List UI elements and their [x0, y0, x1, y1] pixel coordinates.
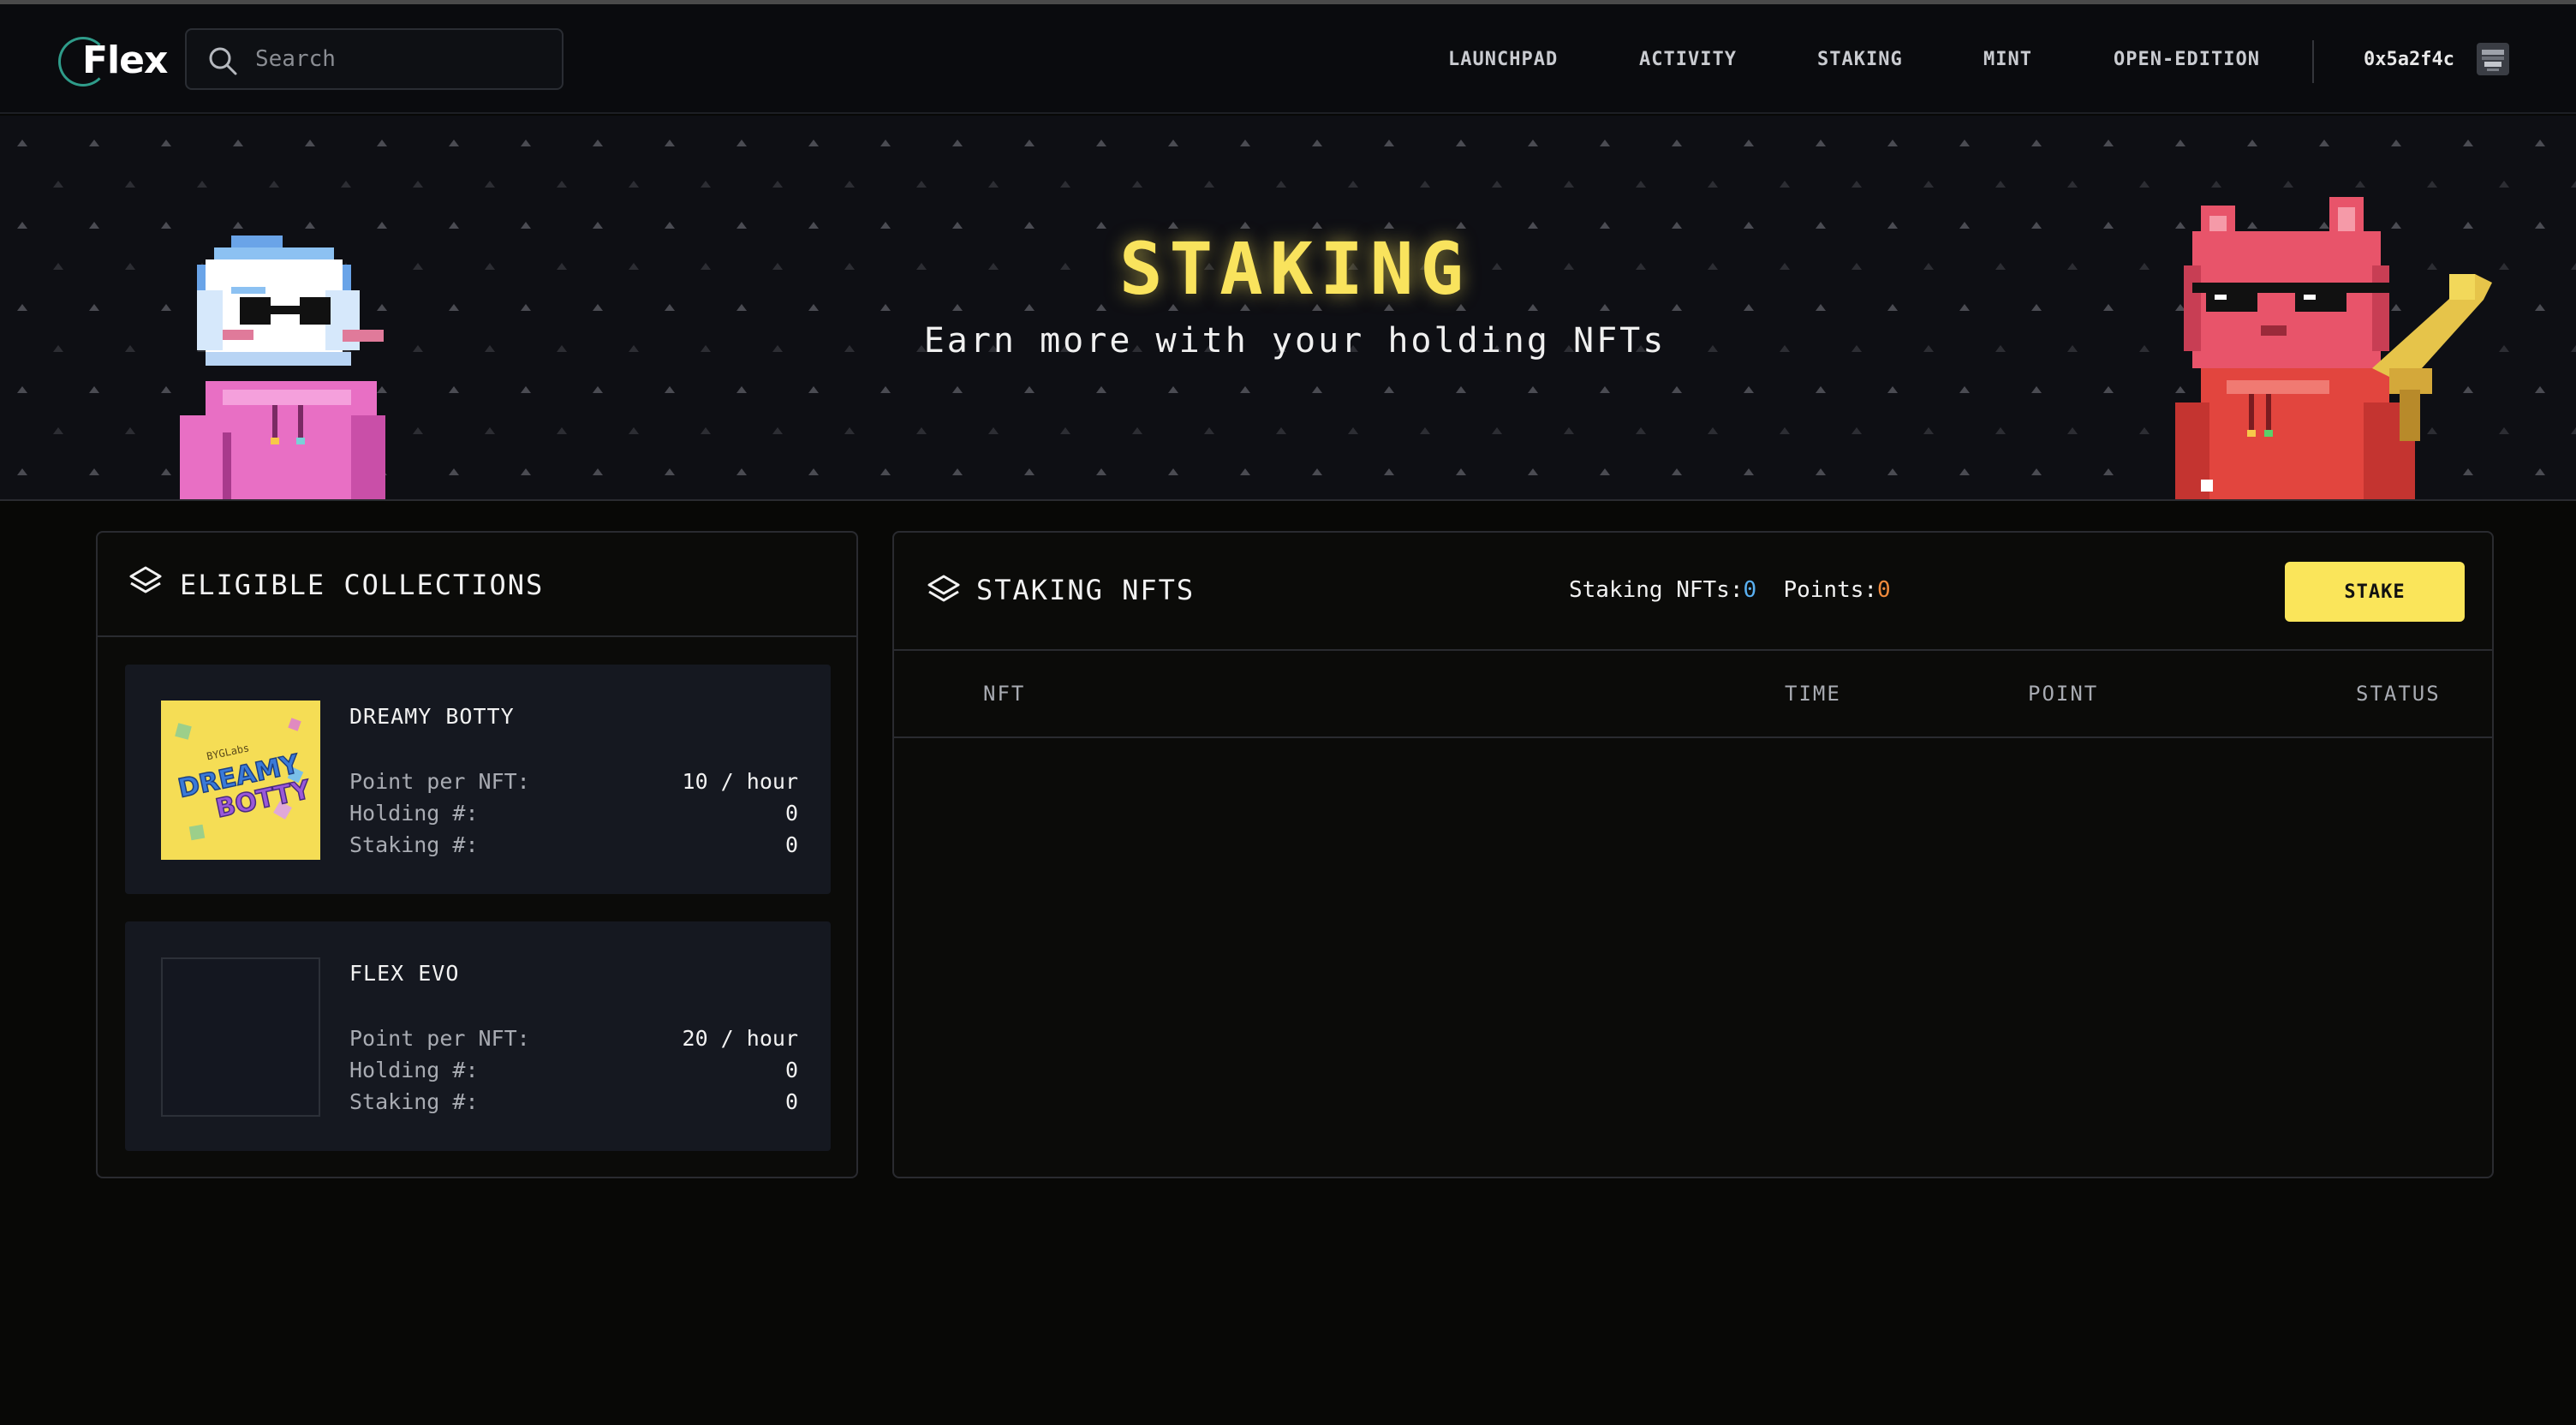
- eligible-collections-header: ELIGIBLE COLLECTIONS: [98, 533, 856, 637]
- search-icon: [209, 47, 237, 75]
- layers-icon: [129, 566, 162, 593]
- staking-table-header: NFT TIME POINT STATUS: [894, 651, 2492, 738]
- staking-label: Staking #:: [349, 1089, 479, 1114]
- points-label: Points:: [1783, 577, 1878, 603]
- points-count: 0: [1877, 577, 1891, 603]
- holding-value: 0: [784, 801, 798, 826]
- collection-thumbnail-empty: [161, 957, 320, 1117]
- hero-subtitle: Earn more with your holding NFTs: [923, 321, 1667, 361]
- nav-launchpad[interactable]: LAUNCHPAD: [1448, 49, 1558, 70]
- staking-counts: Staking NFTs:0 Points:0: [1569, 577, 1891, 603]
- staking-label: Staking #:: [349, 832, 479, 857]
- holding-label: Holding #:: [349, 801, 479, 826]
- point-per-nft-row: Point per NFT: 20 / hour: [349, 1026, 798, 1051]
- column-header-time[interactable]: TIME: [1785, 682, 1841, 706]
- search-input[interactable]: [255, 42, 546, 76]
- holding-row: Holding #: 0: [349, 801, 798, 826]
- nav-divider: [2312, 40, 2314, 83]
- collection-thumbnail: BYGLabs DREAMY BOTTY: [161, 701, 320, 860]
- staking-row: Staking #: 0: [349, 1089, 798, 1114]
- column-header-status[interactable]: STATUS: [2356, 682, 2441, 706]
- eligible-collections-panel: ELIGIBLE COLLECTIONS BYGLabs DREAMY BOTT…: [96, 531, 858, 1178]
- nav-open-edition[interactable]: OPEN-EDITION: [2114, 49, 2260, 70]
- flex-logo[interactable]: Flex: [57, 30, 168, 90]
- nav-staking[interactable]: STAKING: [1817, 49, 1903, 70]
- holding-value: 0: [784, 1058, 798, 1082]
- staking-value: 0: [784, 1089, 798, 1114]
- point-per-nft-label: Point per NFT:: [349, 1026, 530, 1051]
- collection-card-flex-evo[interactable]: FLEX EVO Point per NFT: 20 / hour Holdin…: [125, 921, 831, 1151]
- top-header: Flex LAUNCHPAD ACTIVITY STAKING MINT OPE…: [0, 4, 2576, 114]
- wallet-address[interactable]: 0x5a2f4c: [2364, 49, 2454, 70]
- point-per-nft-value: 20 / hour: [682, 1026, 798, 1051]
- stake-button[interactable]: STAKE: [2285, 562, 2465, 622]
- wallet-avatar-icon[interactable]: [2477, 43, 2509, 75]
- staking-nfts-label: Staking NFTs:: [1569, 577, 1744, 603]
- staking-table-body: [894, 740, 2492, 1177]
- collection-name: DREAMY BOTTY: [349, 704, 515, 729]
- staking-nfts-title: STAKING NFTS: [976, 574, 1196, 606]
- point-per-nft-label: Point per NFT:: [349, 769, 530, 794]
- column-header-point[interactable]: POINT: [2028, 682, 2098, 706]
- dreamy-botty-artwork: BYGLabs DREAMY BOTTY: [161, 701, 320, 860]
- staking-nfts-count: 0: [1743, 577, 1757, 603]
- holding-row: Holding #: 0: [349, 1058, 798, 1082]
- logo-text: Flex: [82, 39, 168, 82]
- staking-nfts-panel: STAKING NFTS Staking NFTs:0 Points:0 STA…: [892, 531, 2494, 1178]
- nav-activity[interactable]: ACTIVITY: [1639, 49, 1737, 70]
- staking-value: 0: [784, 832, 798, 857]
- layers-icon: [927, 575, 960, 602]
- staking-nfts-header: STAKING NFTS Staking NFTs:0 Points:0 STA…: [894, 533, 2492, 651]
- column-header-nft[interactable]: NFT: [983, 682, 1025, 706]
- collection-name: FLEX EVO: [349, 961, 460, 986]
- hero-banner: STAKING Earn more with your holding NFTs: [0, 116, 2576, 501]
- search-box[interactable]: [185, 28, 564, 90]
- staking-row: Staking #: 0: [349, 832, 798, 857]
- hero-title: STAKING: [1118, 227, 1470, 311]
- point-per-nft-row: Point per NFT: 10 / hour: [349, 769, 798, 794]
- eligible-collections-title: ELIGIBLE COLLECTIONS: [180, 569, 545, 601]
- collection-card-dreamy-botty[interactable]: BYGLabs DREAMY BOTTY DREAMY BOTTY Point …: [125, 665, 831, 894]
- point-per-nft-value: 10 / hour: [682, 769, 798, 794]
- nav-mint[interactable]: MINT: [1983, 49, 2032, 70]
- holding-label: Holding #:: [349, 1058, 479, 1082]
